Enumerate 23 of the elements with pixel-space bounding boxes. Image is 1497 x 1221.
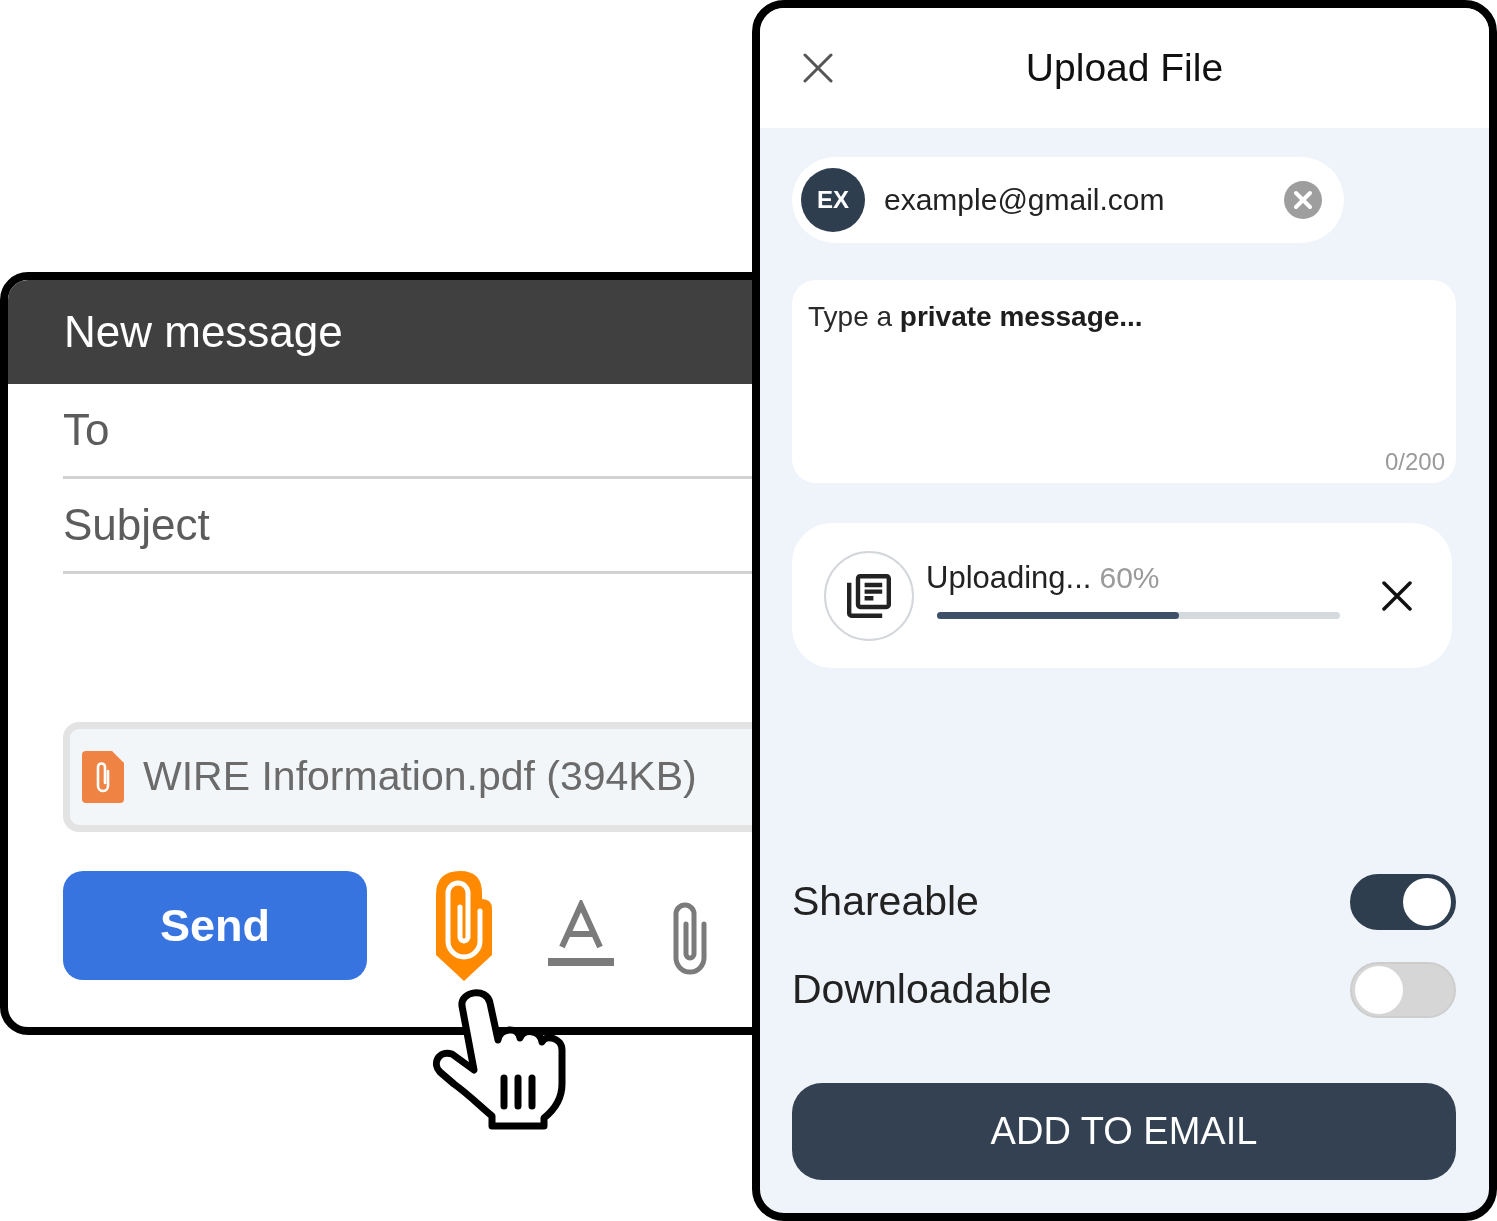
option-label: Shareable	[792, 878, 979, 926]
window-title: New message	[64, 306, 343, 358]
panel-title: Upload File	[1025, 45, 1224, 91]
message-field[interactable]: Type a private message... 0/200	[792, 280, 1456, 483]
close-icon[interactable]	[1382, 580, 1412, 611]
recipient-email: example@gmail.com	[884, 182, 1166, 218]
send-button[interactable]: Send	[63, 871, 367, 980]
clear-icon[interactable]	[1284, 181, 1322, 219]
option-label: Downloadable	[792, 966, 1052, 1014]
attachment-name: WIRE Information.pdf (394KB)	[143, 753, 697, 801]
upload-status: Uploading...	[926, 559, 1092, 596]
upload-percent: 60%	[1099, 560, 1160, 596]
close-icon[interactable]	[803, 53, 833, 83]
attachment-chip[interactable]: WIRE Information.pdf (394KB)	[63, 722, 752, 832]
avatar: EX	[801, 168, 865, 232]
document-icon	[824, 550, 914, 641]
toggle-switch[interactable]	[1350, 874, 1456, 930]
paperclip-pin-icon[interactable]	[436, 871, 492, 981]
input-field[interactable]: Subject	[63, 479, 752, 574]
file-icon	[82, 751, 124, 803]
add-to-email-button[interactable]: ADD TO EMAIL	[792, 1083, 1456, 1180]
character-counter: 0/200	[1384, 448, 1445, 477]
text-format-icon[interactable]	[548, 900, 614, 966]
